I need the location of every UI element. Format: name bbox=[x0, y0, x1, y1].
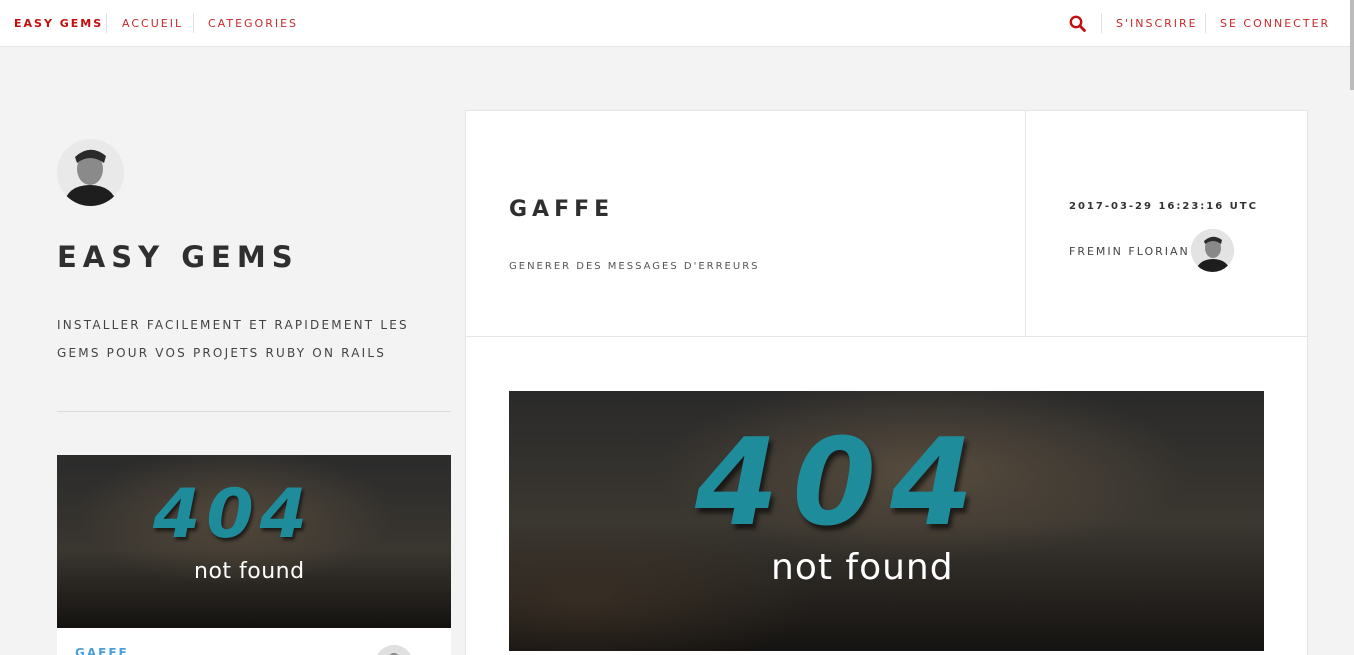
post-meta: 2017-03-29 16:23:16 UTC FREMIN FLORIAN bbox=[1026, 111, 1307, 337]
nav-divider bbox=[193, 13, 194, 33]
hero-notfound-text: not found bbox=[771, 547, 954, 588]
sidebar-divider bbox=[57, 411, 451, 412]
post-card[interactable]: 404 not found GAFFE bbox=[57, 455, 451, 655]
hero-404-text: 404 bbox=[695, 414, 988, 553]
post-card-author-avatar bbox=[375, 645, 413, 655]
site-avatar bbox=[57, 139, 124, 206]
site-title: EASY GEMS bbox=[57, 240, 299, 274]
login-link[interactable]: SE CONNECTER bbox=[1220, 0, 1330, 47]
post-author-avatar[interactable] bbox=[1191, 229, 1234, 272]
search-icon[interactable] bbox=[1068, 14, 1088, 34]
site-description: INSTALLER FACILEMENT ET RAPIDEMENT LES G… bbox=[57, 318, 409, 360]
top-navbar: EASY GEMS ACCUEIL CATEGORIES S'INSCRIRE … bbox=[0, 0, 1354, 47]
nav-link-categories[interactable]: CATEGORIES bbox=[208, 0, 298, 47]
nav-divider bbox=[106, 13, 107, 33]
post-date: 2017-03-29 16:23:16 UTC bbox=[1069, 201, 1258, 212]
nav-link-accueil[interactable]: ACCUEIL bbox=[122, 0, 183, 47]
nav-divider bbox=[1205, 13, 1206, 33]
post-header: GAFFE GENERER DES MESSAGES D'ERREURS bbox=[466, 111, 1026, 337]
card-image-404-text: 404 bbox=[153, 475, 313, 554]
post-title: GAFFE bbox=[509, 197, 615, 222]
post-article: GAFFE GENERER DES MESSAGES D'ERREURS 201… bbox=[465, 110, 1308, 655]
brand-link[interactable]: EASY GEMS bbox=[14, 0, 103, 47]
signup-link[interactable]: S'INSCRIRE bbox=[1116, 0, 1198, 47]
card-image-notfound-text: not found bbox=[194, 559, 305, 584]
post-hero-image: 404 not found bbox=[509, 391, 1264, 651]
nav-divider bbox=[1101, 13, 1102, 33]
post-card-title[interactable]: GAFFE bbox=[75, 646, 129, 655]
scrollbar-thumb[interactable] bbox=[1350, 0, 1354, 90]
post-author-name[interactable]: FREMIN FLORIAN bbox=[1069, 245, 1190, 258]
post-subtitle: GENERER DES MESSAGES D'ERREURS bbox=[509, 261, 760, 272]
